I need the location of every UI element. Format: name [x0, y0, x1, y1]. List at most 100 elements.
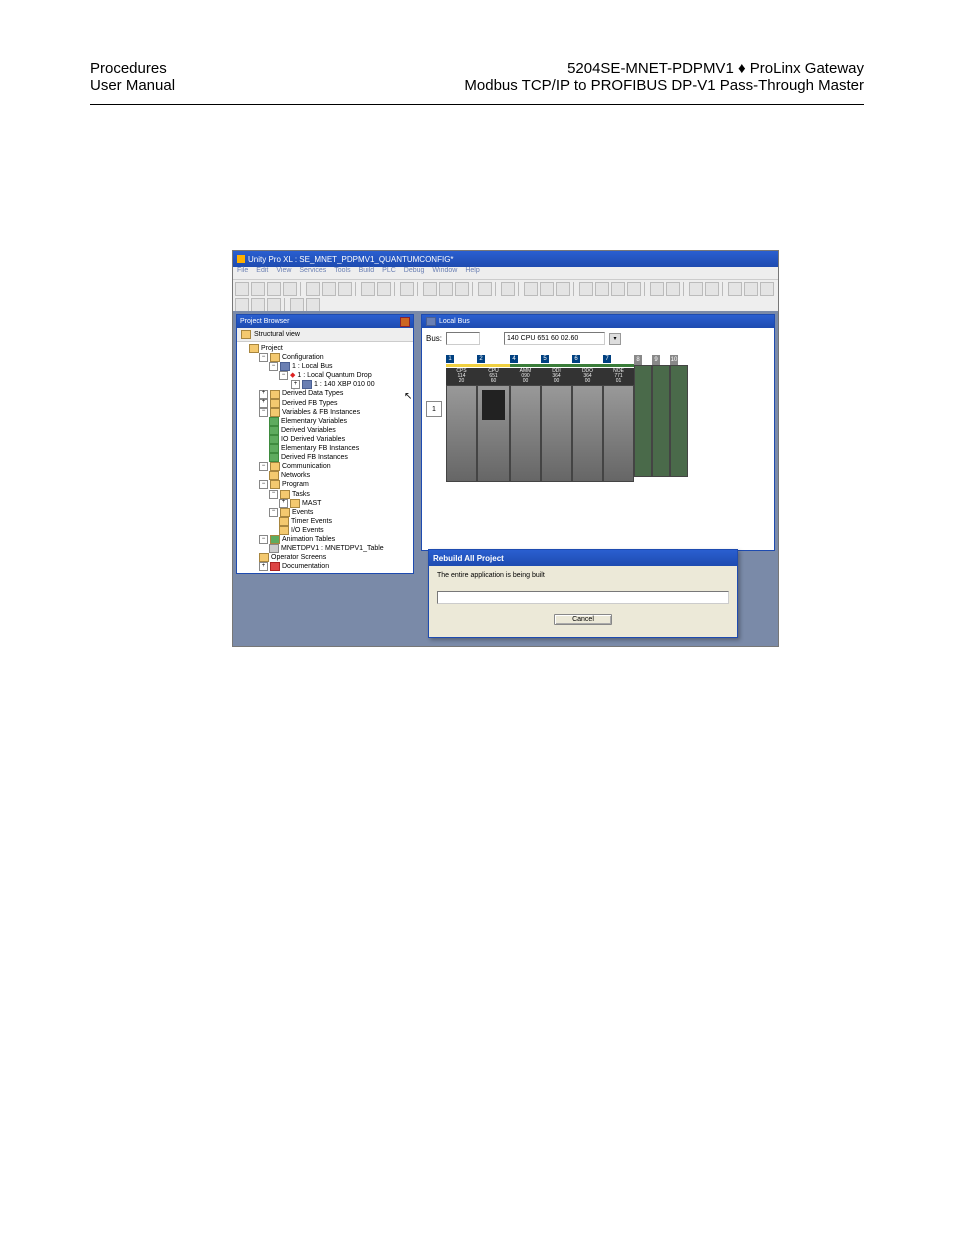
tree-networks[interactable]: Networks — [239, 471, 411, 480]
tree-operator-screens[interactable]: Operator Screens — [239, 553, 411, 562]
tree-derived-vars[interactable]: Derived Variables — [239, 426, 411, 435]
tb-anim2-icon[interactable] — [666, 282, 680, 296]
tree-tasks[interactable]: −Tasks — [239, 490, 411, 499]
tb-goto-icon[interactable] — [501, 282, 515, 296]
tb-window2-icon[interactable] — [705, 282, 719, 296]
tb-zoom-in-icon[interactable] — [423, 282, 437, 296]
bus-icon — [426, 317, 436, 326]
tree-timer-events[interactable]: Timer Events — [239, 517, 411, 526]
structural-view-header[interactable]: Structural view — [237, 328, 413, 342]
tree-derived-fb-inst[interactable]: Derived FB Instances — [239, 453, 411, 462]
expand-icon[interactable]: + — [279, 499, 288, 508]
tb-noentry-icon[interactable] — [235, 298, 249, 312]
close-icon[interactable] — [400, 317, 410, 327]
menu-debug[interactable]: Debug — [404, 267, 425, 279]
tree-project[interactable]: Project — [239, 344, 411, 353]
expand-icon[interactable]: + — [291, 380, 300, 389]
tree-anim-table-item[interactable]: MNETDPV1 : MNETDPV1_Table — [239, 544, 411, 553]
menu-plc[interactable]: PLC — [382, 267, 396, 279]
rack-slot-2[interactable]: 2CPU65160 — [477, 355, 510, 482]
tb-validate-icon[interactable] — [400, 282, 414, 296]
tb-stepover-icon[interactable] — [744, 282, 758, 296]
tree-vars-fb[interactable]: −Variables & FB Instances — [239, 408, 411, 417]
rack-slot-5[interactable]: 5DDI36400 — [541, 355, 572, 482]
tb-rebuild-icon[interactable] — [556, 282, 570, 296]
collapse-icon[interactable]: − — [269, 362, 278, 371]
tb-screen-icon[interactable] — [267, 298, 281, 312]
collapse-icon[interactable]: − — [259, 535, 268, 544]
tb-stepout-icon[interactable] — [760, 282, 774, 296]
tb-save-icon[interactable] — [267, 282, 281, 296]
tb-connect-icon[interactable] — [579, 282, 593, 296]
tree-ddt[interactable]: +Derived Data Types — [239, 389, 411, 398]
collapse-icon[interactable]: − — [259, 353, 268, 362]
tb-cut-icon[interactable] — [306, 282, 320, 296]
tree-program[interactable]: −Program — [239, 480, 411, 489]
tb-step-icon[interactable] — [728, 282, 742, 296]
bus-input[interactable] — [446, 332, 480, 345]
menu-file[interactable]: File — [237, 267, 248, 279]
tb-paste-icon[interactable] — [338, 282, 352, 296]
tree-events[interactable]: −Events — [239, 508, 411, 517]
menu-help[interactable]: Help — [465, 267, 479, 279]
tree-mast[interactable]: +MAST — [239, 499, 411, 508]
tree-animation-tables[interactable]: −Animation Tables — [239, 535, 411, 544]
tree-configuration[interactable]: −Configuration — [239, 353, 411, 362]
tb-print-icon[interactable] — [283, 282, 297, 296]
menu-build[interactable]: Build — [359, 267, 375, 279]
menu-tools[interactable]: Tools — [334, 267, 350, 279]
expand-icon[interactable]: + — [259, 390, 268, 399]
rack-slot-6[interactable]: 6DDO36400 — [572, 355, 603, 482]
rack-slot-9[interactable]: 9 — [652, 355, 670, 482]
menu-view[interactable]: View — [276, 267, 291, 279]
tb-copy-icon[interactable] — [322, 282, 336, 296]
expand-icon[interactable]: + — [259, 562, 268, 571]
tb-open-icon[interactable] — [251, 282, 265, 296]
tb-transfer-icon[interactable] — [595, 282, 609, 296]
tb-run-icon[interactable] — [611, 282, 625, 296]
tb-redo-icon[interactable] — [377, 282, 391, 296]
menu-services[interactable]: Services — [299, 267, 326, 279]
tree-dfbt[interactable]: +Derived FB Types — [239, 399, 411, 408]
tree-communication[interactable]: −Communication — [239, 462, 411, 471]
tree-local-bus[interactable]: −1 : Local Bus — [239, 362, 411, 371]
bus-dropdown[interactable]: 140 CPU 651 60 02.60 — [504, 332, 605, 345]
tb-analyze-icon[interactable] — [524, 282, 538, 296]
tree-local-quantum-drop[interactable]: −◆1 : Local Quantum Drop — [239, 371, 411, 380]
tb-about-icon[interactable] — [306, 298, 320, 312]
tree-documentation[interactable]: +Documentation — [239, 562, 411, 571]
tb-stop-icon[interactable] — [627, 282, 641, 296]
tree-io-events[interactable]: I/O Events — [239, 526, 411, 535]
tree-elem-fb-inst[interactable]: Elementary FB Instances — [239, 444, 411, 453]
collapse-icon[interactable]: − — [279, 371, 288, 380]
expand-icon[interactable]: + — [259, 399, 268, 408]
rack-slot-10[interactable]: 10 — [670, 355, 688, 482]
menu-edit[interactable]: Edit — [256, 267, 268, 279]
tree-elem-vars[interactable]: Elementary Variables — [239, 417, 411, 426]
tree-io-derived-vars[interactable]: IO Derived Variables — [239, 435, 411, 444]
tree-rack[interactable]: +1 : 140 XBP 010 00 — [239, 380, 411, 389]
tb-help-icon[interactable] — [290, 298, 304, 312]
tb-watch-icon[interactable] — [251, 298, 265, 312]
cancel-button[interactable]: Cancel — [554, 614, 612, 625]
rack-slot-1[interactable]: 1CPS11420 — [446, 355, 477, 482]
collapse-icon[interactable]: − — [269, 490, 278, 499]
rack-slot-8[interactable]: 8 — [634, 355, 652, 482]
tb-anim-icon[interactable] — [650, 282, 664, 296]
tb-browser-icon[interactable] — [478, 282, 492, 296]
collapse-icon[interactable]: − — [269, 508, 278, 517]
tb-undo-icon[interactable] — [361, 282, 375, 296]
menubar: File Edit View Services Tools Build PLC … — [233, 267, 778, 279]
collapse-icon[interactable]: − — [259, 480, 268, 489]
tb-build-icon[interactable] — [540, 282, 554, 296]
menu-window[interactable]: Window — [432, 267, 457, 279]
tb-new-icon[interactable] — [235, 282, 249, 296]
rack-slot-4[interactable]: 4AMM09000 — [510, 355, 541, 482]
rack-slot-7[interactable]: 7NOE77101 — [603, 355, 634, 482]
chevron-down-icon[interactable]: ▾ — [609, 333, 621, 345]
collapse-icon[interactable]: − — [259, 408, 268, 417]
tb-window1-icon[interactable] — [689, 282, 703, 296]
tb-fullscreen-icon[interactable] — [455, 282, 469, 296]
tb-zoom-out-icon[interactable] — [439, 282, 453, 296]
collapse-icon[interactable]: − — [259, 462, 268, 471]
